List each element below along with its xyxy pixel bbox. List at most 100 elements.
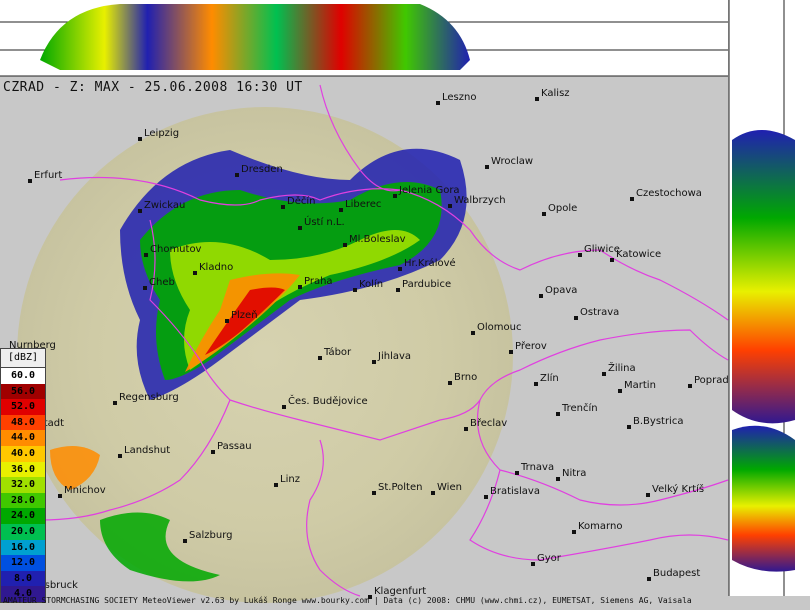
city-label: Gliwice bbox=[584, 244, 620, 255]
city-dot bbox=[572, 530, 576, 534]
city-dot bbox=[372, 360, 376, 364]
legend-item: 52.0 bbox=[1, 399, 45, 415]
city-label: Cheb bbox=[149, 277, 175, 288]
city-label: Ústí n.L. bbox=[304, 215, 345, 228]
city-dot bbox=[485, 165, 489, 169]
city-dot bbox=[339, 208, 343, 212]
city-dot bbox=[225, 319, 229, 323]
city-label: Jelenia Gora bbox=[398, 185, 460, 196]
city-dot bbox=[484, 495, 488, 499]
city-dot bbox=[431, 491, 435, 495]
city-label: Zwickau bbox=[144, 200, 185, 211]
city-dot bbox=[343, 243, 347, 247]
city-label: Kalisz bbox=[541, 88, 570, 99]
city-dot bbox=[647, 577, 651, 581]
legend-item: 36.0 bbox=[1, 461, 45, 478]
city-label: Břeclav bbox=[470, 417, 507, 429]
city-label: Děčín bbox=[287, 195, 315, 207]
city-label: Pardubice bbox=[402, 279, 451, 290]
city-dot bbox=[396, 288, 400, 292]
legend-item: 24.0 bbox=[1, 508, 45, 524]
city-dot bbox=[298, 226, 302, 230]
city-dot bbox=[183, 539, 187, 543]
city-label: Hr.Králové bbox=[404, 257, 456, 269]
city-dot bbox=[602, 372, 606, 376]
city-label: Zlín bbox=[540, 372, 559, 384]
city-dot bbox=[515, 471, 519, 475]
legend-item: 40.0 bbox=[1, 445, 45, 462]
city-label: Čes. Budějovice bbox=[288, 394, 368, 407]
top-cross-section bbox=[0, 0, 728, 77]
city-dot bbox=[143, 286, 147, 290]
city-label: Jihlava bbox=[377, 351, 411, 362]
city-dot bbox=[282, 405, 286, 409]
legend-title: [dBZ] bbox=[1, 349, 45, 368]
city-label: Komarno bbox=[578, 521, 622, 532]
city-dot bbox=[193, 271, 197, 275]
city-label: Nitra bbox=[562, 468, 586, 479]
city-dot bbox=[393, 194, 397, 198]
city-label: Ml.Boleslav bbox=[349, 234, 406, 245]
city-label: Dresden bbox=[241, 164, 283, 175]
city-label: Liberec bbox=[345, 199, 381, 210]
city-label: Mnichov bbox=[64, 485, 106, 496]
city-label: Walbrzych bbox=[454, 195, 506, 206]
legend-item: 12.0 bbox=[1, 555, 45, 571]
city-dot bbox=[556, 477, 560, 481]
legend-item: 32.0 bbox=[1, 477, 45, 493]
city-dot bbox=[211, 450, 215, 454]
city-dot bbox=[646, 493, 650, 497]
city-dot bbox=[113, 401, 117, 405]
city-label: Přerov bbox=[515, 340, 547, 352]
city-dot bbox=[574, 316, 578, 320]
city-dot bbox=[138, 137, 142, 141]
legend-item: 20.0 bbox=[1, 523, 45, 540]
city-label: Žilina bbox=[608, 361, 636, 374]
city-dot bbox=[627, 425, 631, 429]
city-dot bbox=[618, 389, 622, 393]
dbz-legend: [dBZ] 60.0 56.0 52.0 48.0 44.0 40.0 36.0 32.0 28… bbox=[0, 348, 46, 603]
city-label: Bratislava bbox=[490, 486, 540, 497]
city-label: Gyor bbox=[537, 553, 562, 564]
city-dot bbox=[58, 494, 62, 498]
city-dot bbox=[353, 288, 357, 292]
city-dot bbox=[556, 412, 560, 416]
legend-item: 56.0 bbox=[1, 383, 45, 400]
city-dot bbox=[534, 382, 538, 386]
city-dot bbox=[448, 204, 452, 208]
city-label: Wroclaw bbox=[491, 156, 533, 167]
legend-item: 44.0 bbox=[1, 430, 45, 446]
city-label: Kladno bbox=[199, 262, 233, 273]
city-label: Linz bbox=[280, 474, 300, 485]
legend-item: 16.0 bbox=[1, 539, 45, 556]
city-dot bbox=[539, 294, 543, 298]
city-dot bbox=[144, 253, 148, 257]
city-label: Olomouc bbox=[477, 322, 521, 333]
legend-item: 8.0 bbox=[1, 570, 45, 587]
city-label: Praha bbox=[304, 276, 333, 287]
city-dot bbox=[688, 384, 692, 388]
city-label: Salzburg bbox=[189, 530, 232, 541]
city-label: Czestochowa bbox=[636, 188, 702, 199]
city-label: Erfurt bbox=[34, 170, 62, 181]
city-dot bbox=[464, 427, 468, 431]
city-dot bbox=[471, 331, 475, 335]
city-label: Brno bbox=[454, 372, 477, 383]
city-dot bbox=[542, 212, 546, 216]
city-label: Katowice bbox=[616, 249, 661, 260]
city-label: St.Polten bbox=[378, 482, 422, 493]
city-dot bbox=[118, 454, 122, 458]
city-dot bbox=[138, 209, 142, 213]
city-label: Kolín bbox=[359, 278, 383, 290]
city-dot bbox=[436, 101, 440, 105]
legend-item: 48.0 bbox=[1, 414, 45, 431]
city-dot bbox=[610, 258, 614, 262]
city-label: Budapest bbox=[653, 568, 700, 579]
city-label: Trenčín bbox=[561, 402, 598, 414]
city-label: Leipzig bbox=[144, 128, 179, 139]
city-dot bbox=[274, 483, 278, 487]
city-label: Tábor bbox=[323, 346, 352, 358]
city-dot bbox=[372, 491, 376, 495]
legend-item: 60.0 bbox=[1, 368, 45, 384]
city-label: Velký Krtíš bbox=[652, 483, 704, 495]
